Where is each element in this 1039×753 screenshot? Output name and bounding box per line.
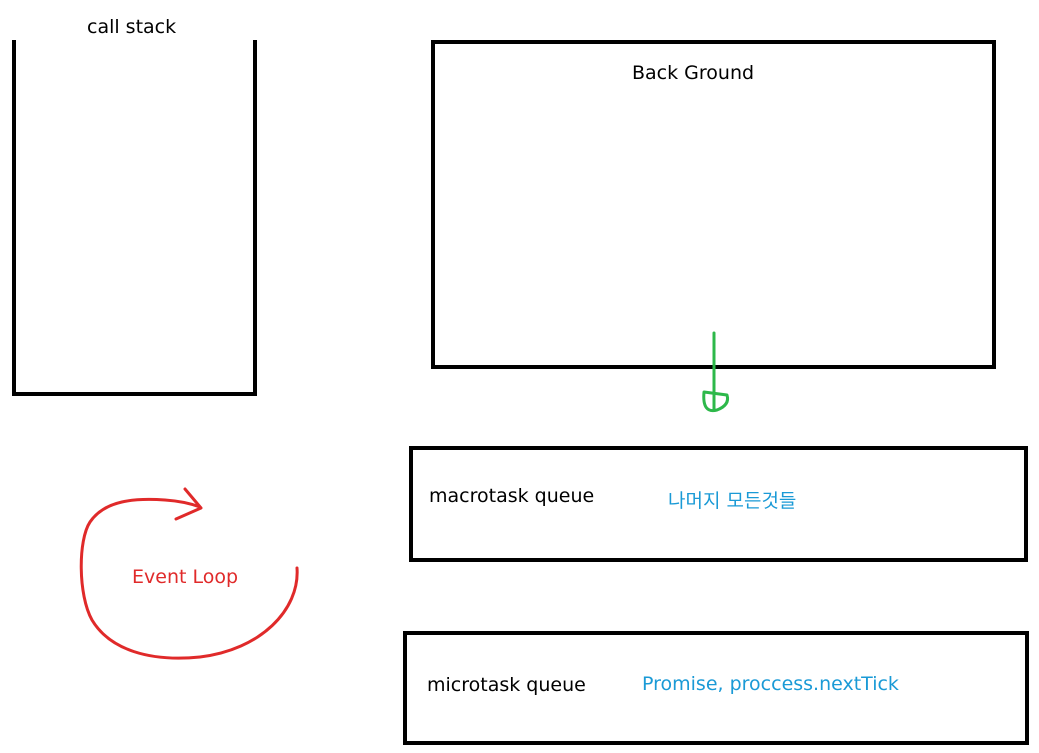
down-arrow-icon: [702, 331, 729, 413]
event-loop-arrow-icon: [79, 487, 299, 660]
diagram-arrows: [79, 331, 729, 660]
